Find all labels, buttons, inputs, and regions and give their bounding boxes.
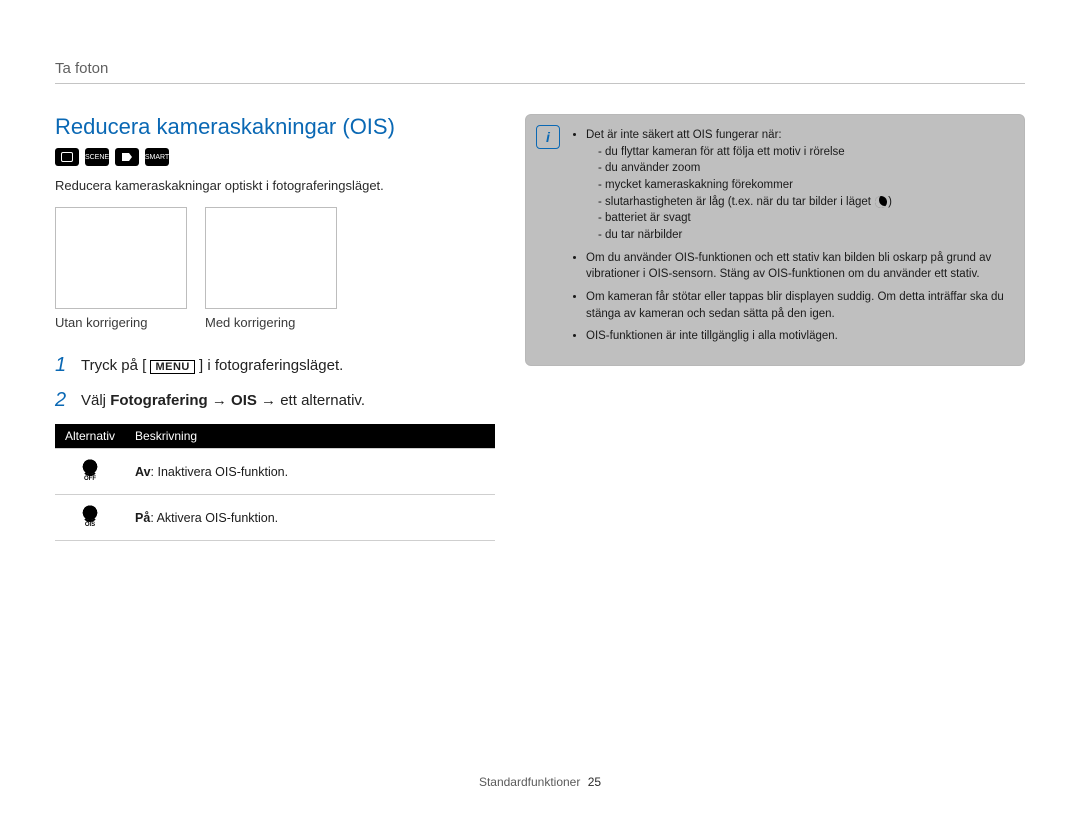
step-2-text: Välj Fotografering → OIS → ett alternati… [81, 392, 365, 409]
page-title: Reducera kameraskakningar (OIS) [55, 114, 495, 140]
breadcrumb: Ta foton [55, 60, 1025, 84]
manual-page: Ta foton Reducera kameraskakningar (OIS)… [0, 0, 1080, 815]
night-mode-icon [875, 196, 887, 208]
step-number: 1 [55, 354, 71, 377]
example-without-correction [55, 207, 187, 309]
caption-with: Med korrigering [205, 315, 337, 330]
page-footer: Standardfunktioner 25 [0, 775, 1080, 789]
menu-label: MENU [150, 360, 194, 374]
ois-on-icon-cell [55, 495, 125, 541]
footer-page: 25 [588, 775, 601, 789]
note-sub-e: batteriet är svagt [598, 210, 1010, 227]
footer-section: Standardfunktioner [479, 775, 580, 789]
step-1-text: Tryck på [ MENU ] i fotograferingsläget. [81, 357, 343, 374]
ois-off-desc: Av: Inaktivera OIS-funktion. [125, 449, 495, 495]
th-alternativ: Alternativ [55, 424, 125, 449]
caption-without: Utan korrigering [55, 315, 187, 330]
step-2-sep1: → [212, 392, 231, 409]
ois-on-icon [79, 505, 101, 527]
note-sub-f: du tar närbilder [598, 227, 1010, 244]
mode-smart-icon: SMART [145, 148, 169, 166]
example-with-correction [205, 207, 337, 309]
note-sub-a: du flyttar kameran för att följa ett mot… [598, 144, 1010, 161]
note-sub-b: du använder zoom [598, 160, 1010, 177]
caption-row: Utan korrigering Med korrigering [55, 315, 495, 330]
note-line-1: Det är inte säkert att OIS fungerar när: [586, 129, 782, 141]
note-box: i Det är inte säkert att OIS fungerar nä… [525, 114, 1025, 366]
step-2-post: ett alternativ. [280, 392, 365, 409]
note-line-2: Om du använder OIS-funktionen och ett st… [586, 250, 1010, 283]
step-2-sep2: → [261, 392, 280, 409]
note-line-3: Om kameran får stötar eller tappas blir … [586, 289, 1010, 322]
note-sub-d-post: ) [888, 196, 892, 208]
ois-off-icon [79, 459, 101, 481]
mode-icon-row: SCENE SMART [55, 148, 495, 166]
step-1-post: ] i fotograferingsläget. [199, 357, 343, 374]
th-beskrivning: Beskrivning [125, 424, 495, 449]
options-table: Alternativ Beskrivning Av: Inaktivera OI… [55, 424, 495, 541]
ois-on-desc: På: Aktivera OIS-funktion. [125, 495, 495, 541]
right-column: i Det är inte säkert att OIS fungerar nä… [525, 114, 1025, 541]
step-2-b2: OIS [231, 392, 257, 409]
note-sub-d-pre: slutarhastigheten är låg (t.ex. när du t… [605, 196, 874, 208]
mode-video-icon [115, 148, 139, 166]
off-text: : Inaktivera OIS-funktion. [151, 465, 289, 479]
note-line-4: OIS-funktionen är inte tillgänglig i all… [586, 328, 1010, 345]
table-row: På: Aktivera OIS-funktion. [55, 495, 495, 541]
info-icon: i [536, 125, 560, 149]
mode-program-icon [55, 148, 79, 166]
step-1: 1 Tryck på [ MENU ] i fotograferingsläge… [55, 354, 495, 377]
note-sub-d: slutarhastigheten är låg (t.ex. när du t… [598, 194, 1010, 211]
on-label: På [135, 511, 150, 525]
step-number: 2 [55, 389, 71, 412]
off-label: Av [135, 465, 151, 479]
on-text: : Aktivera OIS-funktion. [150, 511, 278, 525]
left-column: Reducera kameraskakningar (OIS) SCENE SM… [55, 114, 495, 541]
content-columns: Reducera kameraskakningar (OIS) SCENE SM… [55, 114, 1025, 541]
ois-off-icon-cell [55, 449, 125, 495]
mode-scene-icon: SCENE [85, 148, 109, 166]
intro-text: Reducera kameraskakningar optiskt i foto… [55, 178, 495, 193]
note-sub-c: mycket kameraskakning förekommer [598, 177, 1010, 194]
menu-button-icon: MENU [150, 360, 194, 374]
step-1-pre: Tryck på [ [81, 357, 146, 374]
step-2: 2 Välj Fotografering → OIS → ett alterna… [55, 389, 495, 412]
step-2-b1: Fotografering [110, 392, 208, 409]
step-2-pre: Välj [81, 392, 110, 409]
table-row: Av: Inaktivera OIS-funktion. [55, 449, 495, 495]
example-images [55, 207, 495, 309]
